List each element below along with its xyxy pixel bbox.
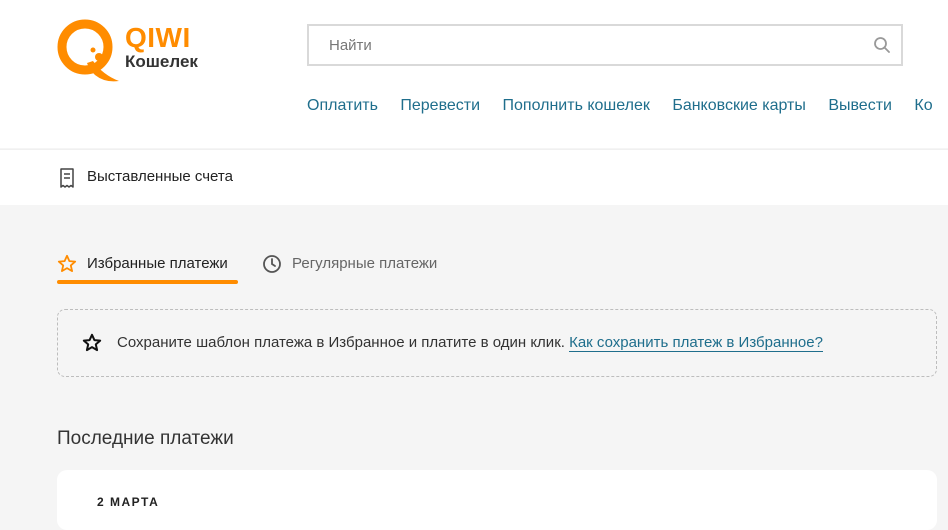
nav-item-top-up[interactable]: Пополнить кошелек: [503, 97, 650, 115]
receipt-icon: [60, 168, 74, 188]
nav-item-more[interactable]: Ко: [914, 97, 932, 115]
payment-date-group: 2 МАРТА: [97, 495, 160, 509]
search-icon[interactable]: [873, 36, 891, 54]
tab-favorite-payments[interactable]: Избранные платежи: [57, 250, 239, 286]
info-message: Сохраните шаблон платежа в Избранное и п…: [117, 334, 565, 351]
subbar: Выставленные счета: [0, 149, 948, 205]
favorites-info-box: Сохраните шаблон платежа в Избранное и п…: [57, 309, 937, 377]
search-input[interactable]: [329, 26, 849, 64]
logo-subtitle: Кошелек: [125, 52, 198, 71]
tab-regular-payments[interactable]: Регулярные платежи: [262, 250, 462, 286]
tab-favorite-label: Избранные платежи: [87, 255, 228, 272]
recent-payments-card: 2 МАРТА: [57, 470, 937, 530]
nav-item-bank-cards[interactable]: Банковские карты: [672, 97, 806, 115]
nav-item-withdraw[interactable]: Вывести: [828, 97, 892, 115]
nav-item-pay[interactable]: Оплатить: [307, 97, 378, 115]
main-nav: Оплатить Перевести Пополнить кошелек Бан…: [307, 97, 948, 115]
qiwi-logo[interactable]: QIWI Кошелек: [55, 17, 215, 87]
header: QIWI Кошелек Оплатить Перевести Пополнит…: [0, 0, 948, 148]
logo-brand-text: QIWI: [125, 22, 191, 53]
how-to-save-favorite-link[interactable]: Как сохранить платеж в Избранное?: [569, 334, 823, 352]
invoices-link[interactable]: Выставленные счета: [87, 168, 233, 185]
active-tab-indicator: [57, 280, 238, 284]
clock-icon: [263, 255, 281, 273]
star-icon: [57, 254, 77, 272]
tab-regular-label: Регулярные платежи: [292, 255, 438, 272]
qiwi-logo-icon: [57, 19, 119, 82]
search-box: [307, 24, 903, 66]
info-text-line: Сохраните шаблон платежа в Избранное и п…: [117, 334, 823, 352]
nav-item-transfer[interactable]: Перевести: [400, 97, 480, 115]
recent-payments-title: Последние платежи: [57, 428, 234, 449]
star-icon: [82, 333, 102, 352]
